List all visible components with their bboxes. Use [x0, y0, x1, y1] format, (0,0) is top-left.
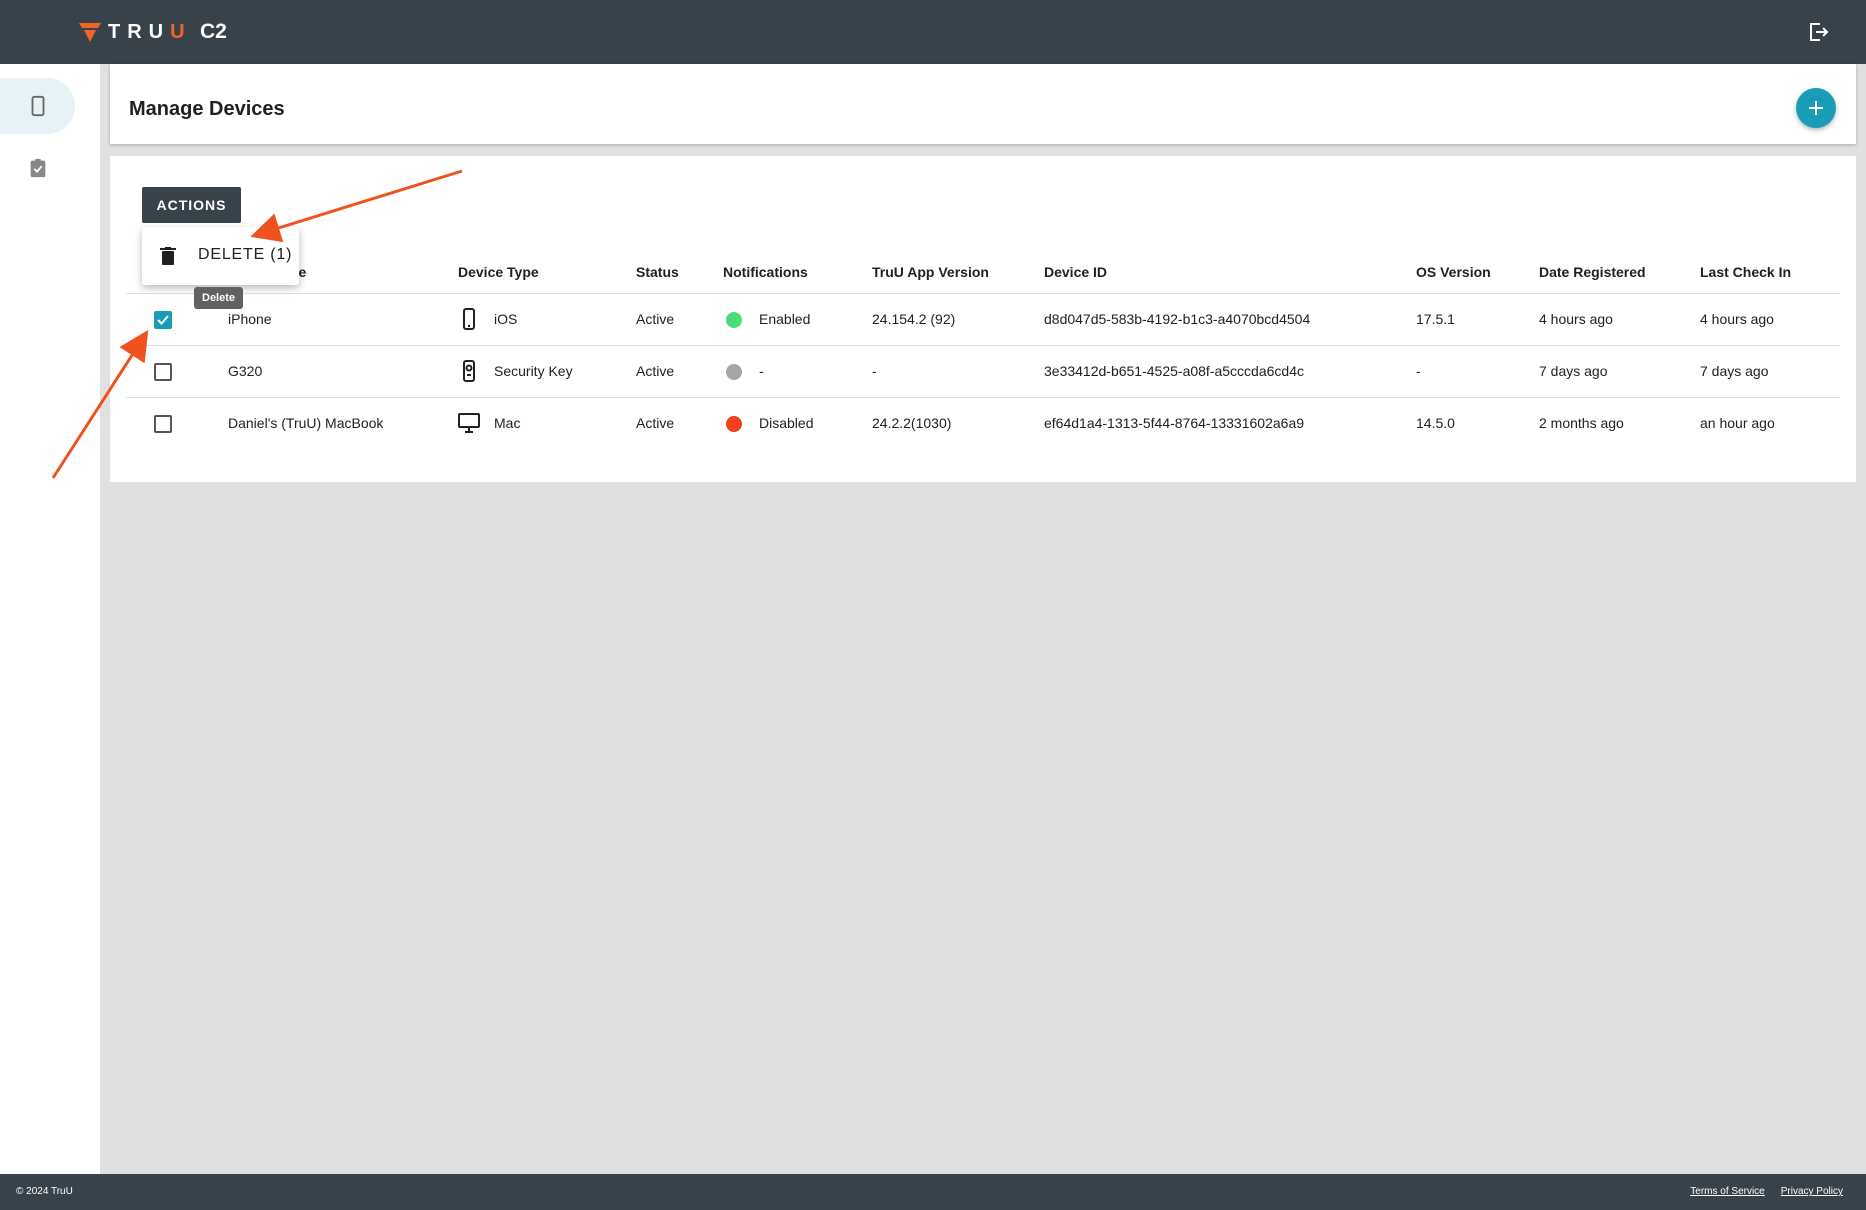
- table-header: ne Device Type Status Notifications TruU…: [126, 252, 1840, 294]
- os-version: 14.5.0: [1416, 415, 1455, 431]
- date-registered: 2 months ago: [1539, 415, 1624, 431]
- notifications: Disabled: [759, 415, 814, 431]
- devices-table-card: ACTIONS ne Device Type Status Notificati…: [110, 156, 1856, 482]
- terms-link[interactable]: Terms of Service: [1690, 1186, 1764, 1197]
- last-check-in: 7 days ago: [1700, 363, 1769, 379]
- row-checkbox[interactable]: [154, 363, 172, 381]
- plus-icon: [1809, 101, 1823, 115]
- device-type: Mac: [494, 415, 521, 431]
- logout-icon[interactable]: [1806, 20, 1830, 44]
- device-status: Active: [636, 311, 675, 327]
- app-name: C2: [200, 20, 227, 43]
- add-device-button[interactable]: [1796, 88, 1836, 128]
- notification-status-dot: [726, 364, 742, 380]
- col-device-id[interactable]: Device ID: [1044, 264, 1107, 280]
- device-id: 3e33412d-b651-4525-a08f-a5cccda6cd4c: [1044, 363, 1304, 379]
- monitor-icon: [458, 413, 480, 433]
- device-status: Active: [636, 363, 675, 379]
- col-notifications[interactable]: Notifications: [723, 264, 808, 280]
- last-check-in: 4 hours ago: [1700, 311, 1774, 327]
- date-registered: 7 days ago: [1539, 363, 1608, 379]
- actions-menu: DELETE (1): [142, 227, 299, 285]
- device-type: iOS: [494, 311, 518, 327]
- phone-icon: [463, 308, 475, 330]
- app-version: 24.154.2 (92): [872, 311, 956, 327]
- row-checkbox[interactable]: [154, 415, 172, 433]
- security-key-icon: [463, 360, 475, 382]
- actions-button[interactable]: ACTIONS: [142, 187, 241, 223]
- sidebar-item-devices[interactable]: [0, 78, 75, 134]
- col-last-check-in[interactable]: Last Check In: [1700, 264, 1791, 280]
- app-version: -: [872, 363, 877, 379]
- col-date-registered[interactable]: Date Registered: [1539, 264, 1646, 280]
- device-name: Daniel's (TruU) MacBook: [228, 415, 384, 431]
- device-name: G320: [228, 363, 263, 379]
- notifications: -: [759, 363, 764, 379]
- os-version: 17.5.1: [1416, 311, 1455, 327]
- delete-tooltip: Delete: [194, 287, 244, 309]
- device-id: ef64d1a4-1313-5f44-8764-13331602a6a9: [1044, 415, 1305, 431]
- top-app-bar: TRUU C2: [0, 0, 1866, 64]
- phone-icon: [31, 95, 44, 117]
- last-check-in: an hour ago: [1700, 415, 1775, 431]
- device-id: d8d047d5-583b-4192-b1c3-a4070bcd4504: [1044, 311, 1311, 327]
- delete-menu-item[interactable]: DELETE (1): [142, 227, 299, 285]
- truu-logo[interactable]: TRUU: [78, 20, 192, 44]
- row-checkbox[interactable]: [154, 311, 172, 329]
- copyright: © 2024 TruU: [16, 1186, 73, 1197]
- notification-status-dot: [726, 416, 742, 432]
- device-status: Active: [636, 415, 675, 431]
- app-version: 24.2.2(1030): [872, 415, 952, 431]
- notification-status-dot: [726, 312, 742, 328]
- clipboard-check-icon: [30, 158, 45, 178]
- notifications: Enabled: [759, 311, 811, 327]
- table-row[interactable]: G320 Security Key Active - - 3e33412d-b6…: [126, 346, 1840, 398]
- trash-icon: [160, 247, 176, 265]
- page-header: Manage Devices: [110, 64, 1856, 144]
- col-app-version[interactable]: TruU App Version: [872, 264, 989, 280]
- sidebar-item-tasks[interactable]: [0, 140, 75, 196]
- os-version: -: [1416, 363, 1421, 379]
- date-registered: 4 hours ago: [1539, 311, 1613, 327]
- delete-label: DELETE (1): [198, 246, 293, 263]
- col-device-type[interactable]: Device Type: [458, 264, 539, 280]
- footer-links: Terms of Service Privacy Policy: [1690, 1186, 1843, 1197]
- col-status[interactable]: Status: [636, 264, 679, 280]
- check-icon: [157, 315, 169, 325]
- page-title: Manage Devices: [129, 98, 285, 120]
- logo-text: TRUU: [108, 20, 192, 43]
- col-os-version[interactable]: OS Version: [1416, 264, 1491, 280]
- device-name: iPhone: [228, 311, 272, 327]
- footer: © 2024 TruU Terms of Service Privacy Pol…: [0, 1174, 1866, 1210]
- table-row[interactable]: iPhone iOS Active Enabled 24.154.2 (92) …: [126, 294, 1840, 346]
- device-type: Security Key: [494, 363, 573, 379]
- privacy-link[interactable]: Privacy Policy: [1781, 1186, 1843, 1197]
- table-row[interactable]: Daniel's (TruU) MacBook Mac Active Disab…: [126, 398, 1840, 450]
- sidebar: [0, 64, 100, 1174]
- truu-logo-icon: [79, 23, 101, 42]
